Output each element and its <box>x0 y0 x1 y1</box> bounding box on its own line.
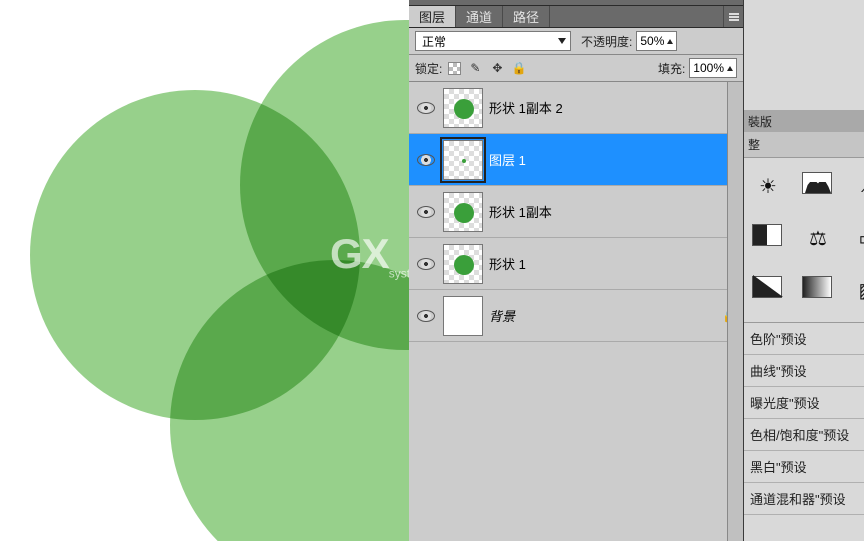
preset-item[interactable]: 曝光度"预设 <box>744 387 864 419</box>
lock-all-icon[interactable]: 🔒 <box>511 60 527 76</box>
tab-adjustments[interactable]: 整 <box>744 132 864 158</box>
opacity-label: 不透明度: <box>581 33 632 50</box>
panel-tabs: 图层 通道 路径 <box>409 6 743 28</box>
scrollbar[interactable] <box>727 82 743 541</box>
lock-label: 锁定: <box>415 60 442 77</box>
layers-list: 形状 1副本 2 图层 1 形状 1副本形状 1 背景🔒 <box>409 82 743 541</box>
layer-thumbnail[interactable] <box>443 296 483 336</box>
tab-layers[interactable]: 图层 <box>409 6 456 27</box>
layer-name-label[interactable]: 背景 <box>489 306 515 325</box>
preset-item[interactable]: 曲线"预设 <box>744 355 864 387</box>
layer-name-label[interactable]: 形状 1 <box>489 254 526 273</box>
visibility-eye-icon[interactable] <box>417 258 435 270</box>
preset-item[interactable]: 色阶"预设 <box>744 323 864 355</box>
layer-thumbnail[interactable] <box>443 244 483 284</box>
fill-label: 填充: <box>658 60 685 77</box>
layer-name-label[interactable]: 形状 1副本 2 <box>489 98 563 117</box>
stepper-icon <box>727 66 733 71</box>
panel-menu-button[interactable] <box>723 6 743 27</box>
right-panels: 裝版 整 ☀ ⟋ ⚖ ▭ ▨ 色阶"预设曲线"预设曝光度"预设色相/饱和度"预设… <box>743 0 864 541</box>
layers-panel: 图层 通道 路径 正常 不透明度: 50% 锁定: ✎ ✥ 🔒 填充: 100%… <box>409 0 743 541</box>
contrast-icon[interactable] <box>752 224 782 246</box>
adjustments-grid: ☀ ⟋ ⚖ ▭ ▨ <box>744 158 864 323</box>
layer-row[interactable]: 图层 1 <box>409 134 743 186</box>
lock-move-icon[interactable]: ✥ <box>489 60 505 76</box>
preset-item[interactable]: 色相/饱和度"预设 <box>744 419 864 451</box>
balance-icon[interactable]: ⚖ <box>802 224 834 252</box>
lock-row: 锁定: ✎ ✥ 🔒 填充: 100% <box>409 55 743 82</box>
layer-row[interactable]: 背景🔒 <box>409 290 743 342</box>
preset-item[interactable]: 通道混和器"预设 <box>744 483 864 515</box>
canvas-area[interactable]: GXsystem <box>0 0 409 541</box>
lock-brush-icon[interactable]: ✎ <box>467 60 483 76</box>
layer-thumbnail[interactable] <box>443 192 483 232</box>
blend-row: 正常 不透明度: 50% <box>409 28 743 55</box>
dropdown-icon <box>558 38 566 44</box>
tab-channels[interactable]: 通道 <box>456 6 503 27</box>
tab-paths[interactable]: 路径 <box>503 6 550 27</box>
lock-transparency-icon[interactable] <box>448 62 461 75</box>
opacity-input[interactable]: 50% <box>636 31 677 51</box>
layer-thumbnail[interactable] <box>443 140 483 180</box>
preset-list: 色阶"预设曲线"预设曝光度"预设色相/饱和度"预设黑白"预设通道混和器"预设 <box>744 323 864 515</box>
gradient-icon[interactable] <box>802 276 832 298</box>
watermark: GXsystem <box>330 230 409 280</box>
layer-thumbnail[interactable] <box>443 88 483 128</box>
stepper-icon <box>667 39 673 44</box>
visibility-eye-icon[interactable] <box>417 206 435 218</box>
tab-masks[interactable]: 裝版 <box>744 110 864 132</box>
curves-icon[interactable]: ⟋ <box>852 172 864 200</box>
layer-name-label[interactable]: 形状 1副本 <box>489 202 552 221</box>
visibility-eye-icon[interactable] <box>417 310 435 322</box>
levels-icon[interactable] <box>802 172 832 194</box>
blend-mode-select[interactable]: 正常 <box>415 31 571 51</box>
brightness-icon[interactable]: ☀ <box>752 172 784 200</box>
blend-mode-value: 正常 <box>422 33 446 50</box>
layer-name-label[interactable]: 图层 1 <box>489 150 526 169</box>
visibility-eye-icon[interactable] <box>417 154 435 166</box>
preset-item[interactable]: 黑白"预设 <box>744 451 864 483</box>
layer-row[interactable]: 形状 1副本 <box>409 186 743 238</box>
layer-row[interactable]: 形状 1副本 2 <box>409 82 743 134</box>
threshold-icon[interactable] <box>752 276 782 298</box>
more-icon[interactable]: ▭ <box>852 224 864 252</box>
pattern-icon[interactable]: ▨ <box>852 276 864 304</box>
visibility-eye-icon[interactable] <box>417 102 435 114</box>
fill-input[interactable]: 100% <box>689 58 737 78</box>
layer-row[interactable]: 形状 1 <box>409 238 743 290</box>
